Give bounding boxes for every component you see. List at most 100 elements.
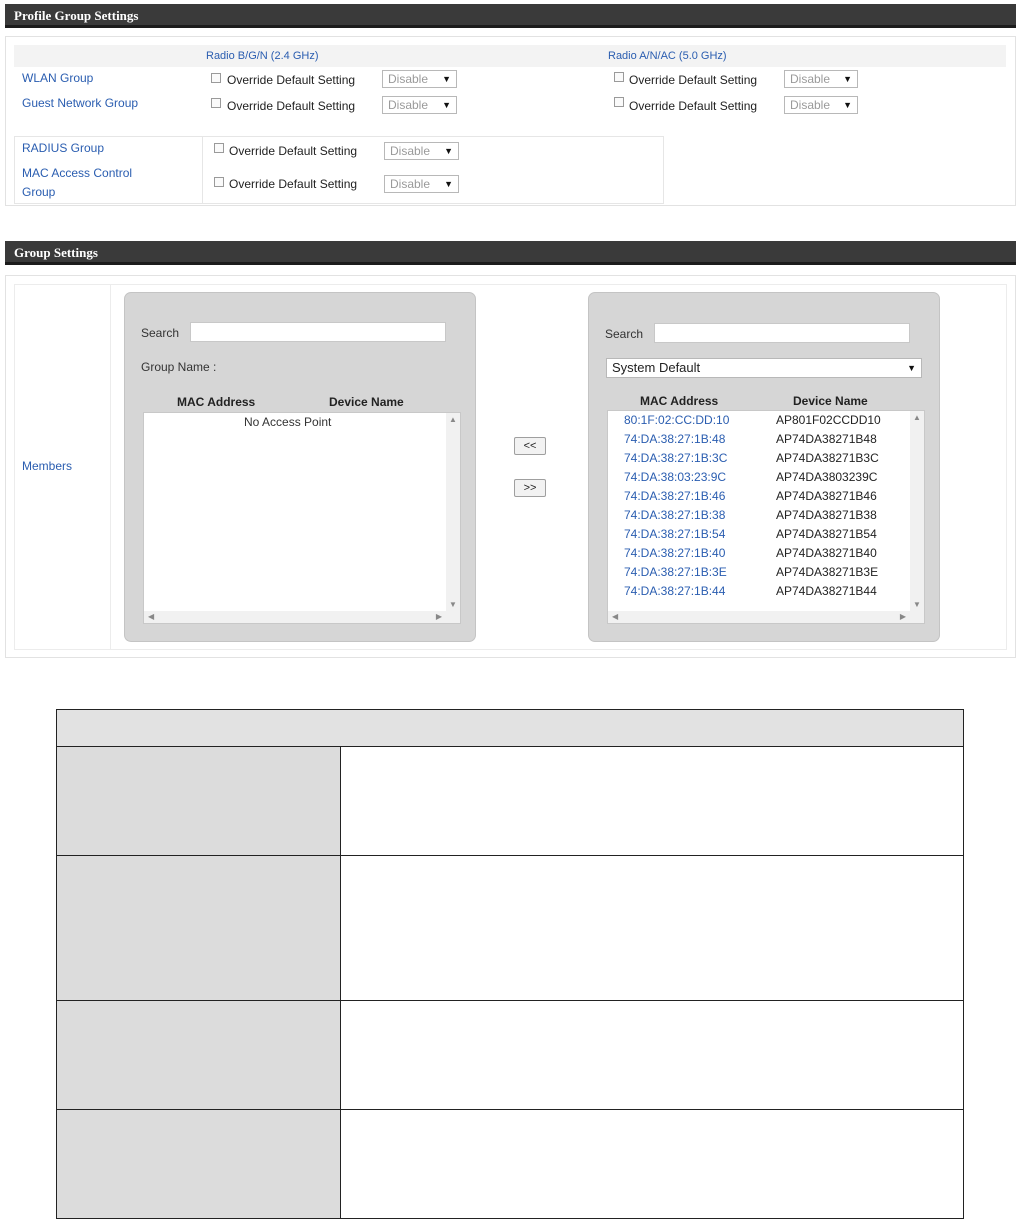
device-name: AP74DA38271B44 [776,584,877,598]
wlan-5-override-label: Override Default Setting [629,73,758,87]
radius-override-label: Override Default Setting [229,144,358,158]
mac-address: 74:DA:38:27:1B:3E [624,565,727,579]
mac-address: 74:DA:38:27:1B:40 [624,546,726,560]
scroll-up-arrow-icon[interactable]: ▲ [913,413,921,422]
description-cell-text [340,1109,964,1219]
description-table-header [56,709,964,747]
list-item[interactable]: 74:DA:38:27:1B:3E AP74DA38271B3E [608,565,910,584]
triangle-down-icon: ▼ [843,74,852,84]
guest-24-select[interactable]: Disable ▼ [382,96,457,114]
mac-access-control-label-line2: Group [22,185,56,199]
scroll-down-arrow-icon[interactable]: ▼ [449,600,457,609]
triangle-down-icon: ▼ [444,146,453,156]
triangle-down-icon: ▼ [907,363,916,373]
device-name: AP74DA38271B54 [776,527,877,541]
mac-access-control-label-line1: MAC Access Control [22,166,133,180]
radio-header-band [14,45,1006,67]
scroll-up-arrow-icon[interactable]: ▲ [449,415,457,424]
list-item[interactable]: 74:DA:38:27:1B:48 AP74DA38271B48 [608,432,910,451]
radio-24ghz-heading: Radio B/G/N (2.4 GHz) [206,50,319,62]
subpanel-divider [202,136,203,204]
profile-group-settings-header: Profile Group Settings [5,4,1016,28]
wlan-24-select[interactable]: Disable ▼ [382,70,457,88]
description-table [56,709,964,1219]
device-name: AP74DA38271B3E [776,565,879,579]
mac-address: 74:DA:38:27:1B:3C [624,451,728,465]
group-dropdown-value: System Default [612,360,701,375]
mac-override-checkbox[interactable] [214,177,224,187]
radius-select[interactable]: Disable ▼ [384,142,459,160]
left-vertical-scrollbar[interactable]: ▲ ▼ [446,413,460,611]
mac-address: 74:DA:38:27:1B:38 [624,508,726,522]
wlan-24-override-checkbox[interactable] [211,73,221,83]
group-settings-panel: Members Search Group Name : MAC Address … [5,275,1016,658]
guest-5-override-checkbox[interactable] [614,97,624,107]
description-cell-label [56,1109,341,1219]
list-item[interactable]: 74:DA:38:27:1B:54 AP74DA38271B54 [608,527,910,546]
guest-5-override-label: Override Default Setting [629,99,758,113]
group-name-label: Group Name : [141,360,217,374]
list-item[interactable]: 74:DA:38:27:1B:40 AP74DA38271B40 [608,546,910,565]
scroll-left-arrow-icon[interactable]: ◀ [148,612,154,621]
move-right-button[interactable]: >> [514,479,546,497]
mac-address: 74:DA:38:03:23:9C [624,470,727,484]
wlan-5-override-checkbox[interactable] [614,72,624,82]
group-members-box: Search System Default ▼ MAC Address Devi… [588,292,940,642]
right-vertical-scrollbar[interactable]: ▲ ▼ [910,411,924,611]
wlan-24-override-label: Override Default Setting [227,73,356,87]
list-item[interactable]: 74:DA:38:27:1B:38 AP74DA38271B38 [608,508,910,527]
wlan-5-select[interactable]: Disable ▼ [784,70,858,88]
triangle-down-icon: ▼ [442,74,451,84]
description-cell-text [340,746,964,856]
right-col-mac-header: MAC Address [640,394,719,408]
right-search-label: Search [605,327,644,341]
scroll-right-arrow-icon[interactable]: ▶ [900,612,906,621]
list-item[interactable]: 74:DA:38:03:23:9C AP74DA3803239C [608,470,910,489]
radius-override-checkbox[interactable] [214,143,224,153]
description-cell-label [56,1000,341,1110]
right-horizontal-scrollbar[interactable]: ◀ ▶ [608,611,924,623]
device-name: AP74DA38271B40 [776,546,877,560]
right-search-input[interactable] [654,323,910,343]
wlan-24-select-value: Disable [388,72,429,86]
description-cell-text [340,1000,964,1110]
device-name: AP801F02CCDD10 [776,413,881,427]
mac-address: 74:DA:38:27:1B:54 [624,527,726,541]
move-left-button[interactable]: << [514,437,546,455]
group-settings-header: Group Settings [5,241,1016,265]
profile-group-panel: Radio B/G/N (2.4 GHz) Radio A/N/AC (5.0 … [5,36,1016,206]
description-cell-label [56,855,341,1001]
available-ap-box: Search Group Name : MAC Address Device N… [124,292,476,642]
scroll-left-arrow-icon[interactable]: ◀ [612,612,618,621]
left-search-input[interactable] [190,322,446,342]
list-item[interactable]: 74:DA:38:27:1B:3C AP74DA38271B3C [608,451,910,470]
guest-24-select-value: Disable [388,98,429,112]
mac-address: 74:DA:38:27:1B:46 [624,489,726,503]
device-name: AP74DA38271B48 [776,432,877,446]
mac-address: 80:1F:02:CC:DD:10 [624,413,730,427]
device-name: AP74DA38271B3C [776,451,879,465]
guest-5-select[interactable]: Disable ▼ [784,96,858,114]
device-name: AP74DA38271B46 [776,489,877,503]
scroll-right-arrow-icon[interactable]: ▶ [436,612,442,621]
list-item[interactable]: 80:1F:02:CC:DD:10 AP801F02CCDD10 [608,413,910,432]
mac-select-value: Disable [390,177,431,191]
guest-24-override-checkbox[interactable] [211,98,221,108]
list-item[interactable]: 74:DA:38:27:1B:46 AP74DA38271B46 [608,489,910,508]
mac-address: 74:DA:38:27:1B:48 [624,432,726,446]
scroll-down-arrow-icon[interactable]: ▼ [913,600,921,609]
list-item[interactable]: 74:DA:38:27:1B:44 AP74DA38271B44 [608,584,910,603]
mac-select[interactable]: Disable ▼ [384,175,459,193]
right-ap-list[interactable]: 80:1F:02:CC:DD:10 AP801F02CCDD10 74:DA:38… [607,410,925,624]
triangle-down-icon: ▼ [843,100,852,110]
members-divider [110,284,111,650]
mac-address: 74:DA:38:27:1B:44 [624,584,726,598]
guest-network-group-label: Guest Network Group [22,96,139,110]
left-horizontal-scrollbar[interactable]: ◀ ▶ [144,611,460,623]
device-name: AP74DA3803239C [776,470,878,484]
members-label: Members [22,459,73,473]
group-dropdown[interactable]: System Default ▼ [606,358,922,378]
left-ap-list[interactable]: No Access Point ▲ ▼ ◀ ▶ [143,412,461,624]
triangle-down-icon: ▼ [442,100,451,110]
wlan-group-label: WLAN Group [22,71,94,85]
